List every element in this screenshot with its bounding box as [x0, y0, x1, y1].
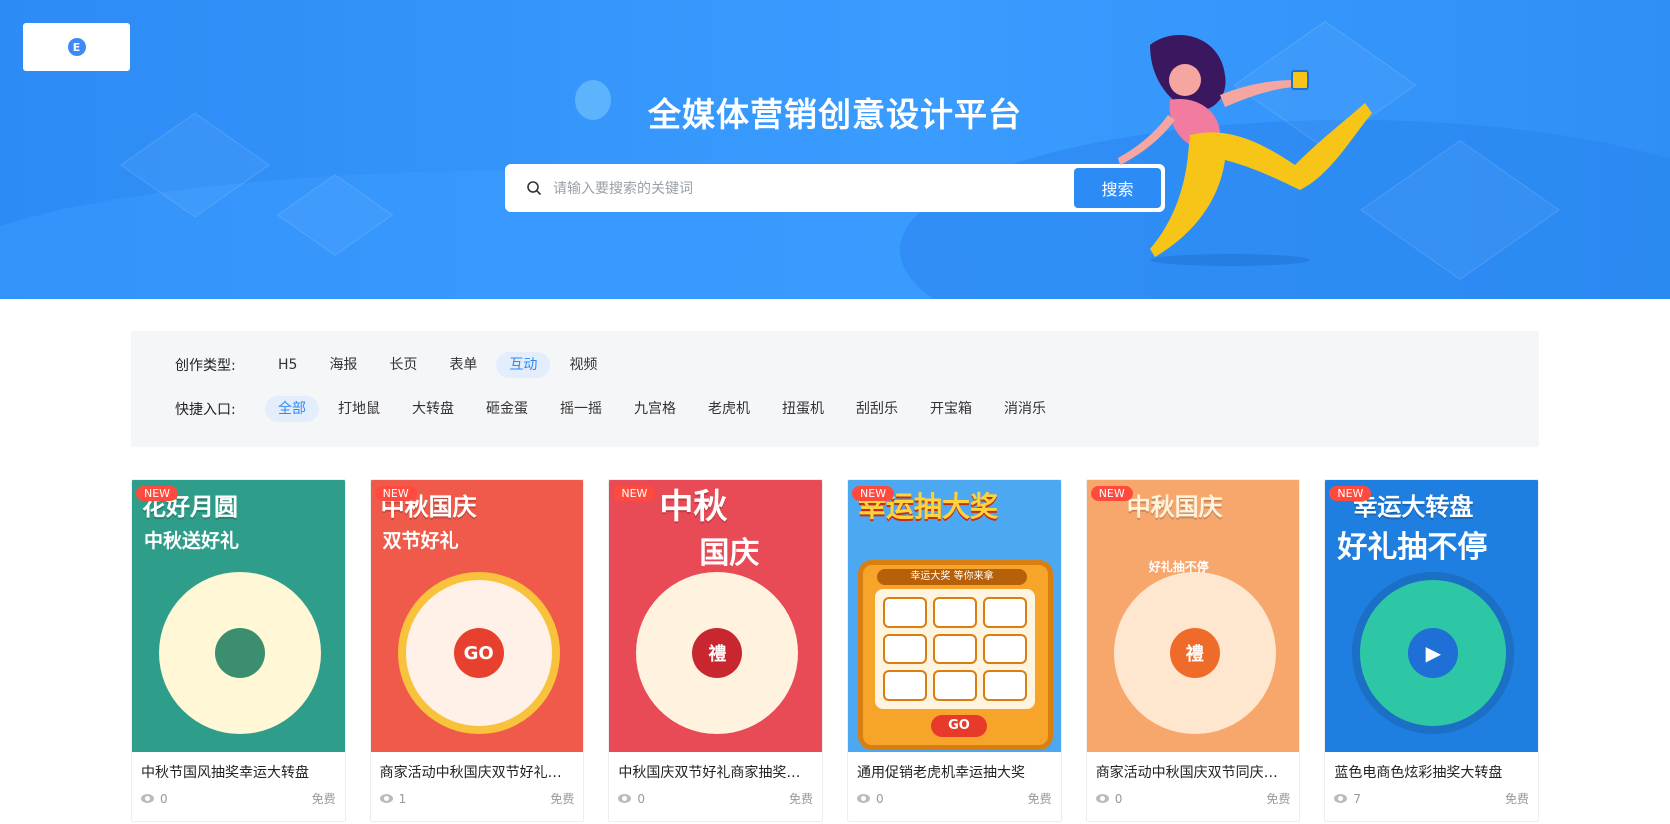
card-title: 中秋节国风抽奖幸运大转盘: [141, 765, 309, 781]
type-option-form[interactable]: 表单: [436, 352, 490, 378]
template-thumbnail[interactable]: NEW 花好月圆 中秋送好礼: [132, 480, 345, 752]
view-count: 7: [1353, 791, 1361, 806]
thumbnail-title: 中秋国庆: [1126, 493, 1223, 521]
new-badge: NEW: [613, 486, 656, 501]
view-count: 0: [160, 791, 168, 806]
template-thumbnail[interactable]: NEW 中秋国庆 双节好礼 GO: [370, 480, 584, 752]
type-option-interactive[interactable]: 互动: [496, 352, 551, 378]
page-title: 全媒体营销创意设计平台: [648, 95, 1022, 134]
entry-option-shake[interactable]: 摇一摇: [547, 396, 615, 422]
type-filter-row: 创作类型: H5 海报 长页 表单 互动 视频: [175, 352, 616, 378]
thumbnail-subtitle: 国庆: [699, 536, 760, 571]
view-count: 0: [1114, 791, 1123, 806]
new-badge: NEW: [1329, 486, 1372, 501]
new-badge: NEW: [852, 486, 895, 501]
price-label: 免费: [789, 792, 814, 806]
price-label: 免费: [1266, 792, 1291, 806]
new-badge: NEW: [136, 486, 179, 501]
search-input[interactable]: [553, 170, 1053, 206]
eye-icon: [618, 794, 632, 803]
price-label: 免费: [311, 792, 336, 806]
hero-banner: E 全媒体营销创意设计平台 搜索: [0, 0, 1670, 299]
template-card[interactable]: NEW 花好月圆 中秋送好礼 中秋节国风抽奖幸运大转盘 0 免费: [131, 479, 346, 822]
entry-option-golden-egg[interactable]: 砸金蛋: [473, 396, 541, 422]
prize-wheel-icon: 禮: [1113, 572, 1276, 734]
price-label: 免费: [1505, 792, 1530, 806]
entry-option-gacha[interactable]: 扭蛋机: [769, 396, 837, 422]
type-filter-label: 创作类型:: [175, 358, 236, 374]
entry-filter-label: 快捷入口:: [175, 402, 236, 418]
card-title: 蓝色电商色炫彩抽奖大转盘: [1334, 765, 1503, 781]
prize-wheel-icon: GO: [397, 572, 560, 734]
template-card[interactable]: NEW 幸运抽大奖 幸运大奖 等你来拿 GO 通用促销老虎机幸运抽大奖 0 免费: [847, 479, 1062, 822]
search-bar: 搜索: [505, 164, 1165, 212]
price-label: 免费: [1027, 792, 1052, 806]
type-option-h5[interactable]: H5: [265, 352, 310, 378]
price-label: 免费: [550, 792, 575, 806]
thumbnail-subtitle: 好礼抽不停: [1148, 560, 1209, 574]
prize-wheel-icon: [159, 572, 321, 734]
entry-option-wheel[interactable]: 大转盘: [399, 396, 467, 422]
site-logo[interactable]: E: [23, 23, 130, 71]
card-title: 通用促销老虎机幸运抽大奖: [857, 765, 1026, 781]
type-option-longpage[interactable]: 长页: [376, 352, 430, 378]
card-title: 中秋国庆双节好礼商家抽奖活...: [618, 765, 814, 781]
template-thumbnail[interactable]: NEW 幸运抽大奖 幸运大奖 等你来拿 GO: [848, 480, 1061, 752]
template-card[interactable]: NEW 幸运大转盘 好礼抽不停 ▶ 蓝色电商色炫彩抽奖大转盘 7 免费: [1324, 479, 1540, 822]
entry-option-scratch[interactable]: 刮刮乐: [843, 396, 911, 422]
card-title: 商家活动中秋国庆双节好礼抽...: [379, 765, 575, 781]
card-title: 商家活动中秋国庆双节同庆抽...: [1095, 765, 1291, 781]
thumbnail-title: 中秋: [659, 487, 728, 527]
new-badge: NEW: [1090, 486, 1133, 501]
slot-machine-icon: 幸运大奖 等你来拿 GO: [858, 560, 1054, 750]
type-option-video[interactable]: 视频: [556, 352, 610, 378]
view-count: 0: [876, 791, 884, 806]
view-count: 0: [637, 791, 645, 806]
entry-option-whack-mole[interactable]: 打地鼠: [325, 396, 393, 422]
template-thumbnail[interactable]: NEW 中秋国庆 好礼抽不停 禮: [1086, 480, 1300, 752]
filter-panel: 创作类型: H5 海报 长页 表单 互动 视频 快捷入口: 全部 打地鼠 大转盘…: [131, 331, 1539, 447]
new-badge: NEW: [374, 486, 417, 501]
eye-icon: [379, 794, 393, 803]
thumbnail-title: 幸运大转盘: [1353, 493, 1474, 521]
template-card[interactable]: NEW 中秋国庆 好礼抽不停 禮 商家活动中秋国庆双节同庆抽... 0 免费: [1085, 479, 1301, 822]
eye-icon: [1334, 794, 1348, 803]
entry-filter-row: 快捷入口: 全部 打地鼠 大转盘 砸金蛋 摇一摇 九宫格 老虎机 扭蛋机 刮刮乐…: [175, 396, 1065, 422]
entry-option-grid[interactable]: 九宫格: [621, 396, 689, 422]
type-option-poster[interactable]: 海报: [316, 352, 370, 378]
entry-option-treasure[interactable]: 开宝箱: [917, 396, 985, 422]
view-count: 1: [398, 791, 407, 806]
thumbnail-subtitle: 好礼抽不停: [1337, 530, 1488, 565]
template-card[interactable]: NEW 中秋 国庆 禮 中秋国庆双节好礼商家抽奖活... 0 免费: [608, 479, 824, 822]
eye-icon: [857, 794, 871, 803]
thumbnail-subtitle: 双节好礼: [382, 530, 459, 552]
runner-illustration-icon: [1118, 35, 1372, 266]
entry-option-match[interactable]: 消消乐: [991, 396, 1059, 422]
prize-wheel-icon: 禮: [636, 572, 799, 734]
search-icon: [527, 181, 541, 195]
eye-icon: [1095, 794, 1109, 803]
template-grid: NEW 花好月圆 中秋送好礼 中秋节国风抽奖幸运大转盘 0 免费 NEW 中秋国庆…: [131, 479, 1540, 822]
template-card[interactable]: NEW 中秋国庆 双节好礼 GO 商家活动中秋国庆双节好礼抽... 1 免费: [369, 479, 585, 822]
template-thumbnail[interactable]: NEW 幸运大转盘 好礼抽不停 ▶: [1325, 480, 1539, 752]
logo-icon: E: [67, 38, 86, 56]
entry-option-slot[interactable]: 老虎机: [695, 396, 763, 422]
template-thumbnail[interactable]: NEW 中秋 国庆 禮: [609, 480, 823, 752]
thumbnail-subtitle: 中秋送好礼: [144, 530, 240, 552]
prize-wheel-icon: ▶: [1352, 572, 1515, 734]
entry-option-all[interactable]: 全部: [265, 396, 319, 422]
eye-icon: [141, 794, 154, 803]
